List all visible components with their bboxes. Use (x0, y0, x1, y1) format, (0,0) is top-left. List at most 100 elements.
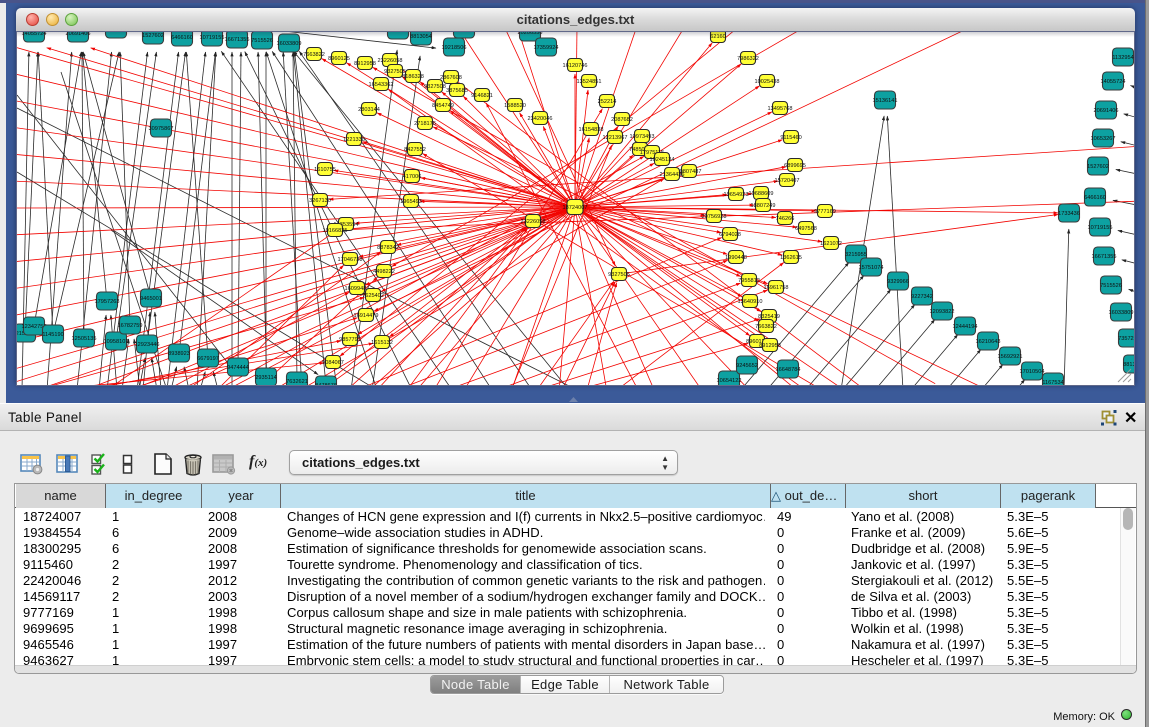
svg-text:17957263: 17957263 (95, 299, 120, 305)
svg-text:1615132: 1615132 (371, 340, 393, 346)
svg-text:12093822: 12093822 (930, 309, 955, 315)
svg-text:1990448: 1990448 (725, 255, 747, 261)
svg-text:10973493: 10973493 (630, 134, 655, 140)
svg-text:7663822: 7663822 (303, 52, 325, 58)
svg-text:18807249: 18807249 (751, 203, 776, 209)
svg-text:9329966: 9329966 (887, 279, 909, 285)
svg-text:9227342: 9227342 (911, 294, 933, 300)
svg-text:10719155: 10719155 (1088, 225, 1113, 231)
svg-text:15692921: 15692921 (998, 354, 1023, 360)
svg-text:16961758: 16961758 (764, 285, 789, 291)
svg-text:9857791: 9857791 (339, 337, 361, 343)
svg-text:12923446: 12923446 (135, 342, 160, 348)
svg-text:17010504: 17010504 (1020, 369, 1045, 375)
svg-text:23420046: 23420046 (528, 116, 553, 122)
svg-text:7986322: 7986322 (737, 56, 759, 62)
svg-text:8960125: 8960125 (328, 56, 350, 62)
svg-text:1588520: 1588520 (504, 103, 526, 109)
svg-text:1965493: 1965493 (400, 199, 422, 205)
svg-text:7632621: 7632621 (286, 379, 308, 385)
svg-text:1527602: 1527602 (1087, 164, 1109, 170)
svg-text:16648784: 16648784 (776, 367, 801, 373)
svg-text:12505135: 12505135 (72, 336, 97, 342)
svg-text:9474444: 9474444 (227, 365, 249, 371)
svg-text:2718176: 2718176 (414, 121, 436, 127)
svg-text:30975867: 30975867 (149, 126, 174, 132)
svg-text:10025438: 10025438 (755, 79, 780, 85)
svg-text:6899695: 6899695 (784, 163, 806, 169)
svg-text:6794028: 6794028 (719, 232, 741, 238)
svg-text:7357224: 7357224 (1118, 336, 1134, 342)
svg-text:3215955: 3215955 (845, 252, 867, 258)
svg-text:17359924: 17359924 (534, 45, 559, 51)
svg-text:16154838: 16154838 (579, 127, 604, 133)
svg-text:16210643: 16210643 (976, 339, 1001, 345)
svg-text:7955812: 7955812 (738, 278, 760, 284)
svg-text:9146821: 9146821 (471, 93, 493, 99)
svg-text:10958107: 10958107 (104, 339, 129, 345)
svg-text:7663822: 7663822 (755, 324, 777, 330)
svg-text:15136141: 15136141 (873, 98, 898, 104)
svg-text:1145190: 1145190 (42, 332, 63, 338)
svg-text:16033809: 16033809 (277, 41, 302, 47)
svg-text:3875685: 3875685 (446, 88, 468, 94)
svg-text:10245134: 10245134 (650, 157, 675, 163)
svg-text:15751074: 15751074 (859, 265, 884, 271)
svg-text:16671355: 16671355 (1092, 254, 1117, 260)
svg-text:29756928: 29756928 (702, 214, 727, 220)
svg-text:2803144: 2803144 (358, 107, 380, 113)
svg-text:7625402: 7625402 (362, 293, 384, 299)
svg-text:20691406: 20691406 (1094, 108, 1119, 114)
svg-text:2935114: 2935114 (255, 375, 276, 381)
svg-text:8912958: 8912958 (354, 61, 376, 67)
svg-text:7515526: 7515526 (251, 38, 273, 44)
svg-text:1610755: 1610755 (314, 167, 336, 173)
svg-text:252214: 252214 (598, 99, 617, 105)
svg-text:3267130: 3267130 (309, 198, 331, 204)
svg-text:2087682: 2087682 (611, 117, 633, 123)
svg-text:17046738: 17046738 (338, 257, 363, 263)
svg-text:8878342: 8878342 (377, 245, 399, 251)
svg-text:8427552: 8427552 (404, 147, 426, 153)
svg-text:1733436: 1733436 (1058, 211, 1080, 217)
svg-text:6466160: 6466160 (1084, 195, 1106, 201)
svg-text:23226058: 23226058 (378, 58, 403, 64)
svg-text:417006: 417006 (403, 174, 422, 180)
svg-text:1221338: 1221338 (343, 137, 365, 143)
svg-text:10654122: 10654122 (717, 378, 742, 384)
svg-text:8813054: 8813054 (1123, 362, 1134, 368)
svg-text:8478676: 8478676 (315, 383, 337, 385)
svg-text:9327505: 9327505 (608, 272, 630, 278)
svg-text:19218506: 19218506 (442, 45, 467, 51)
svg-text:746266: 746266 (776, 216, 795, 222)
svg-text:6497568: 6497568 (795, 226, 817, 232)
svg-text:8454749: 8454749 (432, 103, 454, 109)
svg-text:8938923: 8938923 (168, 351, 190, 357)
svg-text:10653267: 10653267 (1091, 136, 1116, 142)
svg-text:9084067: 9084067 (322, 360, 344, 366)
svg-text:16782759: 16782759 (118, 323, 143, 329)
svg-text:1621072: 1621072 (820, 241, 842, 247)
svg-text:16033809: 16033809 (1109, 310, 1134, 316)
svg-text:9245652: 9245652 (736, 363, 758, 369)
svg-text:9327508: 9327508 (424, 84, 446, 90)
svg-text:9465001: 9465001 (140, 296, 162, 302)
svg-text:12444194: 12444194 (953, 324, 978, 330)
svg-text:9115460: 9115460 (780, 135, 801, 141)
svg-text:7515526: 7515526 (1100, 283, 1122, 289)
svg-text:21364436: 21364436 (660, 172, 685, 178)
svg-text:6679197: 6679197 (197, 356, 219, 362)
svg-text:13640910: 13640910 (738, 299, 763, 305)
svg-text:19166825: 19166825 (323, 228, 348, 234)
svg-text:16671355: 16671355 (225, 37, 250, 43)
svg-text:13495768: 13495768 (768, 106, 793, 112)
svg-text:2867608: 2867608 (440, 75, 462, 81)
svg-text:9777169: 9777169 (814, 209, 836, 215)
svg-text:23226058: 23226058 (521, 219, 546, 225)
svg-text:16543362: 16543362 (369, 82, 394, 88)
svg-text:1132954: 1132954 (1112, 55, 1133, 61)
svg-text:16914479: 16914479 (354, 313, 379, 319)
svg-text:15720407: 15720407 (775, 178, 800, 184)
svg-text:1362615: 1362615 (780, 255, 802, 261)
svg-text:19654923: 19654923 (724, 192, 749, 198)
